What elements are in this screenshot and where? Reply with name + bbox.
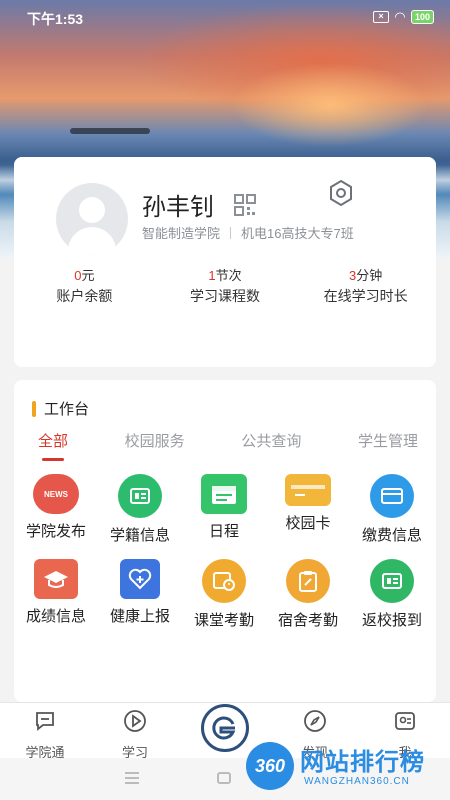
user-name: 孙丰钊 xyxy=(142,194,214,221)
status-time: 下午1:53 xyxy=(27,11,84,27)
app-dorm-attendance[interactable]: 宿舍考勤 xyxy=(266,559,350,630)
watermark-badge: 360 xyxy=(246,742,294,790)
stat-study-time[interactable]: 3分钟 在线学习时长 xyxy=(295,265,436,306)
nav-college-link[interactable]: 学院通 xyxy=(10,709,80,761)
calendar-clock-icon xyxy=(202,559,246,603)
app-schedule[interactable]: 日程 xyxy=(182,474,266,545)
active-tab-indicator xyxy=(42,458,64,461)
college-name: 智能制造学院 xyxy=(142,226,221,241)
payment-card-icon xyxy=(370,474,414,518)
clipboard-edit-icon xyxy=(286,559,330,603)
app-grid: NEWS 学院发布 学籍信息 日程 校园卡 缴费信息 成绩信息 健康上报 课堂考… xyxy=(14,474,436,630)
class-name: 机电16高技大专7班 xyxy=(241,226,354,241)
tab-campus-services[interactable]: 校园服务 xyxy=(125,430,185,461)
app-logo-icon xyxy=(212,716,236,740)
id-card-icon xyxy=(370,559,414,603)
tab-public-query[interactable]: 公共查询 xyxy=(241,430,301,461)
play-circle-icon xyxy=(124,710,146,732)
island-silhouette xyxy=(70,128,150,134)
avatar[interactable] xyxy=(56,183,128,255)
app-college-news[interactable]: NEWS 学院发布 xyxy=(14,474,98,545)
chat-bubble-icon xyxy=(36,712,54,731)
divider xyxy=(230,227,232,239)
app-payment-info[interactable]: 缴费信息 xyxy=(350,474,434,545)
status-bar: 下午1:53 × ◠ 100 xyxy=(0,0,450,34)
battery-icon: 100 xyxy=(410,10,434,24)
compass-icon xyxy=(304,710,326,732)
app-student-status[interactable]: 学籍信息 xyxy=(98,474,182,545)
app-grades[interactable]: 成绩信息 xyxy=(14,559,98,630)
app-return-registration[interactable]: 返校报到 xyxy=(350,559,434,630)
home-icon[interactable] xyxy=(217,772,231,784)
stat-balance[interactable]: 0元 账户余额 xyxy=(14,265,155,306)
qr-code-icon[interactable] xyxy=(234,194,256,216)
campus-card-icon xyxy=(285,474,331,506)
profile-card: 孙丰钊 智能制造学院 机电16高技大专7班 0元 账户余额 1节次 学习课程数 3… xyxy=(14,157,436,367)
graduation-cap-icon xyxy=(34,559,78,599)
workbench-card: 工作台 全部 校园服务 公共查询 学生管理 NEWS 学院发布 学籍信息 日程 xyxy=(14,380,436,702)
watermark-subtext: WANGZHAN360.CN xyxy=(304,776,410,787)
settings-icon[interactable] xyxy=(326,178,356,208)
title-accent-bar xyxy=(32,400,36,417)
wifi-icon: ◠ xyxy=(394,9,405,24)
stat-courses[interactable]: 1节次 学习课程数 xyxy=(155,265,296,306)
tab-student-management[interactable]: 学生管理 xyxy=(358,430,418,461)
sim-icon: × xyxy=(372,11,389,23)
app-class-attendance[interactable]: 课堂考勤 xyxy=(182,559,266,630)
tab-all[interactable]: 全部 xyxy=(38,430,68,461)
stats-row: 0元 账户余额 1节次 学习课程数 3分钟 在线学习时长 xyxy=(14,265,436,306)
menu-icon[interactable] xyxy=(125,772,139,784)
workbench-tabs: 全部 校园服务 公共查询 学生管理 xyxy=(38,430,418,461)
status-icons: × ◠ 100 xyxy=(372,9,434,25)
nav-study[interactable]: 学习 xyxy=(100,709,170,761)
news-icon: NEWS xyxy=(33,474,79,514)
app-health-report[interactable]: 健康上报 xyxy=(98,559,182,630)
school-info: 智能制造学院 机电16高技大专7班 xyxy=(142,223,354,242)
student-card-icon xyxy=(118,474,162,518)
calendar-icon xyxy=(201,474,247,514)
app-campus-card[interactable]: 校园卡 xyxy=(266,474,350,545)
workbench-title: 工作台 xyxy=(32,398,89,419)
user-card-icon xyxy=(395,712,415,730)
watermark: 360 网站排行榜 WANGZHAN360.CN xyxy=(242,736,450,800)
heart-plus-icon xyxy=(120,559,160,599)
watermark-text: 网站排行榜 xyxy=(300,749,425,776)
